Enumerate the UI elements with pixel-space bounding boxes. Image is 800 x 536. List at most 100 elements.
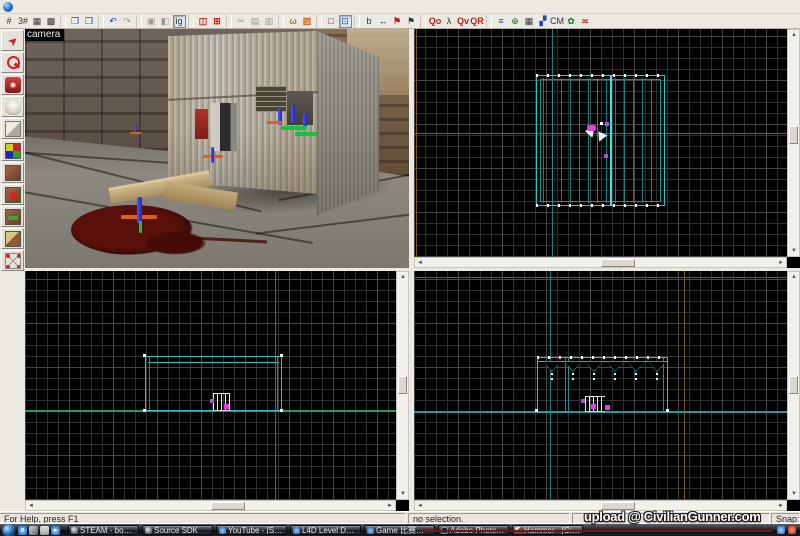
texture-application-tool[interactable] [1, 140, 24, 161]
tool-icon [5, 187, 21, 203]
viewport-top-vscroll[interactable]: ▲▼ [787, 29, 800, 257]
toolbar-separator [188, 15, 194, 28]
snap-to-grid-button[interactable]: # [3, 15, 16, 28]
redo-button[interactable]: ↷ [121, 15, 134, 28]
paste-button[interactable]: ▥ [263, 15, 276, 28]
select-box-button[interactable]: □ [325, 15, 338, 28]
texture-lock-button[interactable]: ω [287, 15, 300, 28]
viewport-top[interactable]: ▲▼ ◄► [414, 29, 800, 268]
ignore-groups-button[interactable]: ig [173, 15, 186, 28]
entity-handle[interactable] [210, 399, 214, 403]
entity-selection-handle[interactable] [587, 125, 596, 131]
save-window-state-button[interactable]: ❐ [83, 15, 96, 28]
entity-handle[interactable] [604, 154, 608, 158]
entity-selection-handle[interactable] [591, 404, 596, 409]
axis-gizmo-orange [267, 121, 283, 124]
viewport-front-hscroll[interactable]: ◄► [25, 500, 396, 511]
viewport-top-hscroll[interactable]: ◄► [414, 257, 787, 268]
hide-unselected-button[interactable]: Qv [457, 15, 470, 28]
steam-icon [71, 527, 78, 534]
entity-report-button[interactable]: ▦ [523, 15, 536, 28]
axis-gizmo-orange [130, 132, 142, 134]
camera-tool[interactable] [1, 74, 24, 95]
viewport-front[interactable]: ▲▼ ◄► [25, 271, 409, 511]
auto-visgroup-button[interactable]: λ [443, 15, 456, 28]
cut-button[interactable]: ✂ [235, 15, 248, 28]
flag-red-button[interactable]: ⚑ [391, 15, 404, 28]
taskbar-source-sdk[interactable]: Source SDK [142, 525, 213, 535]
menu-help[interactable] [90, 0, 102, 14]
entity-selection-handle[interactable] [224, 404, 229, 409]
magnify-tool[interactable] [1, 52, 24, 73]
toggle-3d-grid-button[interactable]: 3# [17, 15, 30, 28]
toggle-group-button[interactable]: ▣ [145, 15, 158, 28]
viewport-side-vscroll[interactable]: ▲▼ [787, 271, 800, 500]
viewport-3d-camera[interactable]: camera [25, 29, 409, 268]
menu-edit[interactable] [30, 0, 42, 14]
sprinkle-button[interactable]: ✿ [565, 15, 578, 28]
viewport-side-grid[interactable] [414, 271, 787, 500]
toolbar-separator [60, 15, 66, 28]
make-hollow-button[interactable]: ⊞ [211, 15, 224, 28]
entity-handle[interactable] [581, 399, 585, 403]
entity-tool[interactable] [1, 96, 24, 117]
toolbar-separator [226, 15, 232, 28]
hide-selected-button[interactable]: Qo [429, 15, 442, 28]
undo-button[interactable]: ↶ [107, 15, 120, 28]
run-map-button[interactable]: ⊕ [509, 15, 522, 28]
menu-window[interactable] [78, 0, 90, 14]
texture-application-button[interactable]: ▨ [301, 15, 314, 28]
carve-button[interactable]: ◫ [197, 15, 210, 28]
ie-icon [219, 527, 226, 534]
tool-palette [0, 29, 25, 511]
block-tool[interactable] [1, 118, 24, 139]
menu-tools[interactable] [66, 0, 78, 14]
flag-dark-button[interactable]: ⚑ [405, 15, 418, 28]
measure-button[interactable]: ≍ [579, 15, 592, 28]
magnify-selection-button[interactable]: ⊡ [339, 15, 352, 28]
displacement-button[interactable]: ▞ [537, 15, 550, 28]
show-all-button[interactable]: QR [471, 15, 484, 28]
entity-selection-handle[interactable] [605, 405, 610, 410]
viewport-side[interactable]: ▲▼ ◄► [414, 271, 800, 511]
copy-button[interactable]: ▤ [249, 15, 262, 28]
select-mode-button[interactable]: ≡ [495, 15, 508, 28]
quicklaunch-mail-icon[interactable] [40, 526, 49, 535]
taskbar-steam[interactable]: STEAM - bonzonie [68, 525, 139, 535]
overlay-tool[interactable] [1, 206, 24, 227]
toolbar-separator [354, 15, 360, 28]
entity-handle[interactable] [605, 122, 609, 126]
load-window-state-button[interactable]: ❐ [69, 15, 82, 28]
toggle-detail-button[interactable]: ◧ [159, 15, 172, 28]
start-button[interactable] [3, 525, 14, 536]
clipping-tool[interactable] [1, 228, 24, 249]
viewport-top-grid[interactable] [414, 29, 787, 257]
watermark-text: upload @ CivilianGunner.com [584, 509, 761, 524]
hammer-editor-window: #3#▦▩❐❐↶↷▣◧ig◫⊞✂▤▥ω▨□⊡b↔⚑⚑QoλQvQR≡⊕▦▞CM✿… [0, 0, 800, 536]
entity-helpers-button[interactable]: b [363, 15, 376, 28]
selection-tool[interactable] [1, 30, 24, 51]
apply-current-texture-tool[interactable] [1, 162, 24, 183]
tray-network-icon[interactable] [777, 526, 785, 534]
quicklaunch-show-desktop-icon[interactable] [29, 526, 38, 535]
menu-view[interactable] [54, 0, 66, 14]
vertex-dots-top [536, 74, 666, 77]
menu-file[interactable] [18, 0, 30, 14]
quicklaunch-media-player-icon[interactable] [51, 526, 60, 535]
connections-button[interactable]: ↔ [377, 15, 390, 28]
blood-gizmo-blue [137, 197, 142, 223]
cordon-button[interactable]: CM [551, 15, 564, 28]
vertex-dots-top [537, 356, 669, 359]
smaller-grid-button[interactable]: ▦ [31, 15, 44, 28]
larger-grid-button[interactable]: ▩ [45, 15, 58, 28]
tray-alert-icon[interactable] [788, 526, 796, 534]
app-icon [3, 2, 13, 12]
quicklaunch-ie-icon[interactable] [18, 526, 27, 535]
taskbar-youtube[interactable]: YouTube - [Sourc... [216, 525, 287, 535]
menu-map[interactable] [42, 0, 54, 14]
taskbar-l4d-level-design[interactable]: L4D Level Design... [290, 525, 361, 535]
viewport-front-vscroll[interactable]: ▲▼ [396, 271, 409, 500]
apply-decals-tool[interactable] [1, 184, 24, 205]
vertex-manipulation-tool[interactable] [1, 250, 24, 271]
viewport-front-grid[interactable] [25, 271, 396, 500]
